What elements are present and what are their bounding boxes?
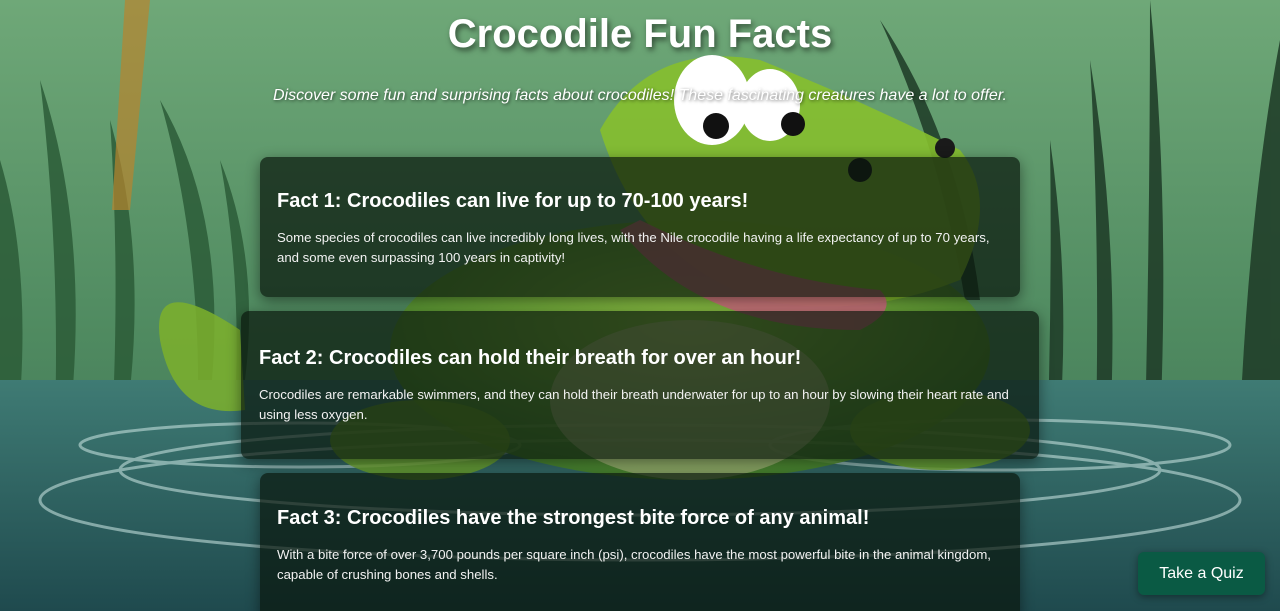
fact-title: Fact 3: Crocodiles have the strongest bi… — [277, 507, 870, 529]
page-root: Crocodile Fun Facts Discover some fun an… — [0, 0, 1280, 611]
page-subtitle: Discover some fun and surprising facts a… — [273, 87, 1007, 104]
fact-text: With a bite force of over 3,700 pounds p… — [277, 547, 991, 582]
page-title: Crocodile Fun Facts — [447, 12, 833, 56]
fact-card-2: Fact 2: Crocodiles can hold their breath… — [241, 311, 1039, 459]
fact-card-3: Fact 3: Crocodiles have the strongest bi… — [260, 473, 1020, 611]
fact-title: Fact 1: Crocodiles can live for up to 70… — [277, 190, 749, 212]
fact-text: Some species of crocodiles can live incr… — [277, 230, 990, 265]
fact-text: Crocodiles are remarkable swimmers, and … — [259, 387, 1009, 422]
fact-title: Fact 2: Crocodiles can hold their breath… — [259, 347, 802, 369]
take-quiz-button[interactable]: Take a Quiz — [1138, 552, 1265, 595]
fact-card-1: Fact 1: Crocodiles can live for up to 70… — [260, 157, 1020, 297]
